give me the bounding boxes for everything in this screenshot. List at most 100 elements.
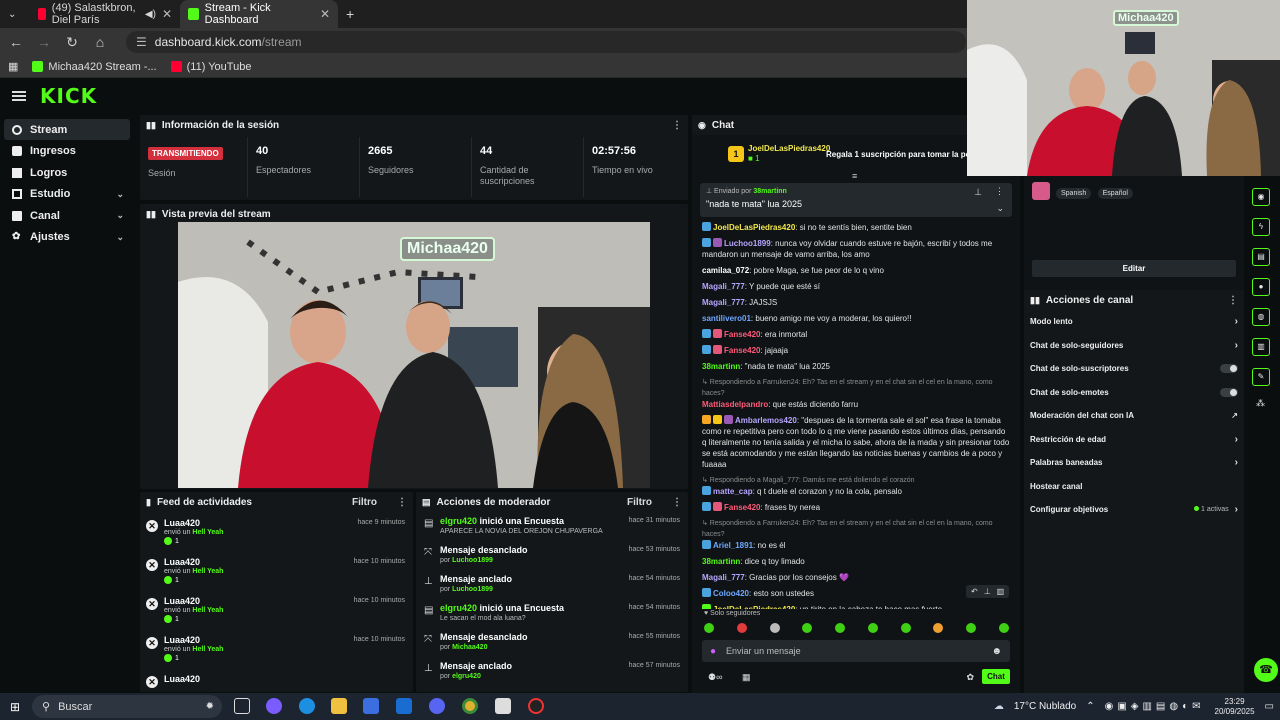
sidebar-item-stream[interactable]: Stream xyxy=(4,119,130,140)
channel-action-item[interactable]: Chat de solo-seguidores › xyxy=(1024,334,1244,358)
edit-button[interactable]: Editar xyxy=(1032,260,1236,277)
chat-message[interactable]: ↳ Respondiendo a Farruken24: Eh? Tas en … xyxy=(692,374,1020,412)
chat-username[interactable]: Magali_777 xyxy=(702,282,745,291)
site-info-icon[interactable]: ☰ xyxy=(136,35,147,49)
store-icon[interactable]: ▦ xyxy=(742,672,751,683)
chat-username[interactable]: JoelDeLasPiedras420 xyxy=(713,223,795,232)
store-icon[interactable] xyxy=(363,698,379,714)
emote-icon[interactable] xyxy=(966,623,977,633)
chat-message[interactable]: Luchoo1899: nunca voy olvidar cuando est… xyxy=(692,235,1020,262)
tag-chip[interactable]: Español xyxy=(1097,188,1133,199)
sidebar-item-canal[interactable]: Canal ⌄ xyxy=(4,205,130,226)
channel-action-item[interactable]: Hostear canal xyxy=(1024,475,1244,499)
bookmark-kick[interactable]: Michaa420 Stream -... xyxy=(32,61,157,73)
chat-message[interactable]: camilaa_072: pobre Maga, se fue peor de … xyxy=(692,262,1020,278)
list-item[interactable]: ▤ elgru420 inició una Encuesta hace 54 min… xyxy=(416,599,688,628)
filter-button[interactable]: Filtro xyxy=(352,497,377,508)
chat-message[interactable]: Magali_777: Gracias por los consejos 💜 xyxy=(692,569,1020,585)
channel-action-item[interactable]: Chat de solo-suscriptores xyxy=(1024,357,1244,381)
chat-username[interactable]: santilivero01 xyxy=(702,314,751,323)
chat-message[interactable]: JoelDeLasPiedras420: si no te sentís bie… xyxy=(692,219,1020,235)
weather-text[interactable]: 17°C Nublado xyxy=(1014,701,1076,712)
list-item[interactable]: ⤧ Mensaje desanclado hace 55 minutos por Mi… xyxy=(416,628,688,657)
bookmark-youtube[interactable]: (11) YouTube xyxy=(170,61,251,73)
speaker-icon[interactable]: ◀) xyxy=(145,9,156,20)
channel-action-item[interactable]: Configurar objetivos 1 activas › xyxy=(1024,498,1244,522)
pin-icon[interactable]: ⊥ xyxy=(974,187,982,198)
broadcast-tool-icon[interactable]: ◍ xyxy=(1252,308,1270,326)
lightning-tool-icon[interactable]: ϟ xyxy=(1252,218,1270,236)
reply-icon[interactable]: ↶ xyxy=(971,587,978,596)
chat-username[interactable]: Magali_777 xyxy=(702,298,745,307)
list-item[interactable]: ⤧ Mensaje desanclado hace 53 minutos por Lu… xyxy=(416,541,688,570)
tab-kick-dashboard[interactable]: Stream - Kick Dashboard ✕ xyxy=(180,0,338,28)
emote-icon[interactable] xyxy=(998,623,1009,633)
sidebar-item-estudio[interactable]: Estudio ⌄ xyxy=(4,184,130,205)
scroll-down-icon[interactable]: ≡ xyxy=(852,171,857,181)
delete-icon[interactable]: ▥ xyxy=(997,587,1005,596)
chat-username[interactable]: matte_cap xyxy=(713,487,753,496)
list-item[interactable]: ⊥ Mensaje anclado hace 57 minutos por elgru… xyxy=(416,657,688,686)
reload-icon[interactable]: ↻ xyxy=(64,34,80,51)
chat-message[interactable]: Fanse420: jajaaja xyxy=(692,342,1020,358)
more-icon[interactable]: ⋮ xyxy=(1228,295,1238,306)
chat-input[interactable]: ● Enviar un mensaje ☻ xyxy=(702,640,1010,662)
apps-grid-icon[interactable]: ▦ xyxy=(8,60,18,73)
toggle-switch[interactable] xyxy=(1220,387,1238,397)
channel-action-item[interactable]: Palabras baneadas › xyxy=(1024,451,1244,475)
chat-message[interactable]: santilivero01: bueno amigo me voy a mode… xyxy=(692,310,1020,326)
list-item[interactable]: ✕ Luaa420 hace 10 minutos envió un Hell Yea… xyxy=(140,551,413,590)
chat-message[interactable]: Fanse420: frases by nerea xyxy=(692,499,1020,515)
file-explorer-icon[interactable] xyxy=(331,698,347,714)
emote-icon[interactable] xyxy=(835,623,846,633)
notifications-icon[interactable]: ▭ xyxy=(1265,701,1274,712)
emote-icon[interactable] xyxy=(736,623,747,633)
chat-username[interactable]: Fanse420 xyxy=(724,503,760,512)
chrome-icon[interactable] xyxy=(462,698,478,714)
chevron-down-icon[interactable]: ⌄ xyxy=(996,203,1004,214)
emote-icon[interactable] xyxy=(900,623,911,633)
taskbar-search[interactable]: ⚲ Buscar ✹ xyxy=(32,695,222,718)
stream-preview-video[interactable]: Michaa420 xyxy=(178,222,650,488)
settings-tool-icon[interactable]: ⁂ xyxy=(1256,398,1265,409)
chat-username[interactable]: Fanse420 xyxy=(724,330,760,339)
tab-youtube[interactable]: (49) Salastkbron, Diel París ◀) ✕ xyxy=(30,0,180,28)
chat-message[interactable]: Ambarlemos420: "despues de la tormenta s… xyxy=(692,412,1020,472)
emote-icon[interactable] xyxy=(802,623,813,633)
wrench-tool-icon[interactable]: ✎ xyxy=(1252,368,1270,386)
tray-icons[interactable]: ◉▣◈▥▤◍◐✉ xyxy=(1105,701,1205,712)
chat-message[interactable]: 38martinn: dice q toy limado xyxy=(692,553,1020,569)
camera-tool-icon[interactable]: ◉ xyxy=(1252,188,1270,206)
emote-icon[interactable] xyxy=(867,623,878,633)
tag-chip[interactable]: Spanish xyxy=(1056,188,1092,199)
layout-tool-icon[interactable]: ▥ xyxy=(1252,338,1270,356)
sidebar-item-ajustes[interactable]: ✿ Ajustes ⌄ xyxy=(4,227,130,248)
chat-username[interactable]: Ariel_1891 xyxy=(713,541,753,550)
list-item[interactable]: ⊥ Mensaje anclado hace 54 minutos por Lucho… xyxy=(416,570,688,599)
clock[interactable]: 23:29 20/09/2025 xyxy=(1215,697,1255,717)
address-bar[interactable]: ☰ dashboard.kick.com/stream xyxy=(126,31,966,53)
channel-action-item[interactable]: Moderación del chat con IA ↗ xyxy=(1024,404,1244,428)
chat-username[interactable]: 38martinn xyxy=(702,557,740,566)
chat-message[interactable]: Fanse420: era inmortal xyxy=(692,326,1020,342)
sidebar-item-ingresos[interactable]: Ingresos xyxy=(4,141,130,162)
chat-message[interactable]: JoelDeLasPiedras420: un tirito en la cab… xyxy=(692,601,1020,609)
gear-icon[interactable]: ✿ xyxy=(966,672,974,683)
chat-username[interactable]: camilaa_072 xyxy=(702,266,749,275)
channel-action-item[interactable]: Restricción de edad › xyxy=(1024,428,1244,452)
forward-icon[interactable]: → xyxy=(36,34,52,50)
pinned-message[interactable]: ⊥ Enviado por 38martinn "nada te mata" l… xyxy=(700,183,1012,217)
notes-tool-icon[interactable]: ▤ xyxy=(1252,248,1270,266)
chat-message[interactable]: Magali_777: JAJSJS xyxy=(692,294,1020,310)
menu-icon[interactable] xyxy=(12,91,26,101)
emote-icon[interactable] xyxy=(704,623,714,633)
more-icon[interactable]: ⋮ xyxy=(672,120,682,131)
emote-picker-icon[interactable]: ☻ xyxy=(991,646,1002,657)
channel-action-item[interactable]: Chat de solo-emotes xyxy=(1024,381,1244,405)
chat-username[interactable]: 38martinn xyxy=(702,362,740,371)
list-item[interactable]: ✕ Luaa420 hace 10 minutos envió un Hell Yea… xyxy=(140,629,413,668)
task-view-icon[interactable] xyxy=(234,698,250,714)
copilot-icon[interactable] xyxy=(266,698,282,714)
close-icon[interactable]: ✕ xyxy=(162,7,172,21)
discord-icon[interactable] xyxy=(429,698,445,714)
